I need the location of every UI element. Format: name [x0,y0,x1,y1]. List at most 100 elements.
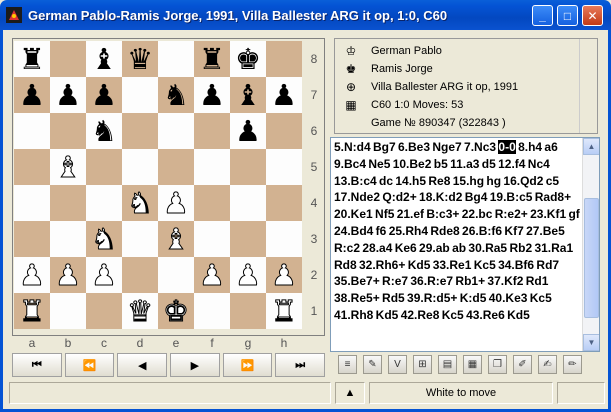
black-rook-icon[interactable]: ♜ [199,41,225,77]
moves-scrollbar[interactable]: ▲ ▼ [582,138,599,351]
square-c8[interactable]: ♝ [86,41,122,77]
square-c1[interactable] [86,293,122,329]
black-pawn-icon[interactable]: ♟ [235,113,261,149]
black-pawn-icon[interactable]: ♟ [19,77,45,113]
white-pawn-icon[interactable]: ♟ [235,257,262,293]
square-d4[interactable]: ♞ [122,185,158,221]
square-h4[interactable] [266,185,302,221]
square-c6[interactable]: ♞ [86,113,122,149]
square-c4[interactable] [86,185,122,221]
square-g7[interactable]: ♝ [230,77,266,113]
black-knight-icon[interactable]: ♞ [163,77,189,113]
square-a5[interactable] [14,149,50,185]
square-b2[interactable]: ♟ [50,257,86,293]
square-b5[interactable]: ♝ [50,149,86,185]
white-queen-icon[interactable]: ♛ [127,293,154,329]
square-a7[interactable]: ♟ [14,77,50,113]
black-king-icon[interactable]: ♚ [235,41,261,77]
square-g5[interactable] [230,149,266,185]
white-pawn-icon[interactable]: ♟ [55,257,82,293]
square-d1[interactable]: ♛ [122,293,158,329]
back-button[interactable]: ◀ [117,353,168,377]
current-move[interactable]: 0-0 [498,140,516,154]
white-pawn-icon[interactable]: ♟ [163,185,190,221]
square-f5[interactable] [194,149,230,185]
square-e4[interactable]: ♟ [158,185,194,221]
scroll-down-icon[interactable]: ▼ [583,334,599,351]
square-h3[interactable] [266,221,302,257]
square-e2[interactable] [158,257,194,293]
square-f6[interactable] [194,113,230,149]
back-fast-button[interactable]: ⏪ [64,353,115,377]
square-a3[interactable] [14,221,50,257]
black-pawn-icon[interactable]: ♟ [91,77,117,113]
square-a2[interactable]: ♟ [14,257,50,293]
scroll-up-icon[interactable]: ▲ [583,138,599,155]
black-bishop-icon[interactable]: ♝ [91,41,117,77]
square-d5[interactable] [122,149,158,185]
square-e7[interactable]: ♞ [158,77,194,113]
info-scrollbar[interactable] [579,39,597,133]
square-f7[interactable]: ♟ [194,77,230,113]
square-c7[interactable]: ♟ [86,77,122,113]
first-move-button[interactable]: ⏮ [12,353,62,377]
square-g6[interactable]: ♟ [230,113,266,149]
square-b4[interactable] [50,185,86,221]
forward-fast-button[interactable]: ⏩ [222,353,273,377]
square-g8[interactable]: ♚ [230,41,266,77]
square-b1[interactable] [50,293,86,329]
white-pawn-icon[interactable]: ♟ [91,257,118,293]
status-arrow-icon[interactable]: ▲ [335,382,365,404]
tool-variation-icon[interactable]: V [388,355,407,374]
tool-board-icon[interactable]: ▦ [463,355,482,374]
white-rook-icon[interactable]: ♜ [271,293,298,329]
square-g1[interactable] [230,293,266,329]
forward-button[interactable]: ▶ [170,353,220,377]
tool-comment-icon[interactable]: ✏ [563,355,582,374]
square-d2[interactable] [122,257,158,293]
square-h5[interactable] [266,149,302,185]
square-h2[interactable]: ♟ [266,257,302,293]
black-pawn-icon[interactable]: ♟ [55,77,81,113]
tool-annotate-icon[interactable]: ✍ [538,355,557,374]
black-queen-icon[interactable]: ♛ [127,41,153,77]
square-b7[interactable]: ♟ [50,77,86,113]
square-e8[interactable] [158,41,194,77]
white-pawn-icon[interactable]: ♟ [199,257,226,293]
square-c5[interactable] [86,149,122,185]
square-g2[interactable]: ♟ [230,257,266,293]
square-h6[interactable] [266,113,302,149]
square-h8[interactable] [266,41,302,77]
square-a1[interactable]: ♜ [14,293,50,329]
black-pawn-icon[interactable]: ♟ [199,77,225,113]
square-c3[interactable]: ♞ [86,221,122,257]
square-c2[interactable]: ♟ [86,257,122,293]
tool-tree-icon[interactable]: ⊞ [413,355,432,374]
black-rook-icon[interactable]: ♜ [19,41,45,77]
maximize-button[interactable]: □ [557,5,578,26]
square-d3[interactable] [122,221,158,257]
tool-notes-icon[interactable]: ✎ [363,355,382,374]
white-knight-icon[interactable]: ♞ [91,221,118,257]
notation-pane[interactable]: 5.N:d4 Bg7 6.Be3 Nge7 7.Nc3 0-0 8.h4 a6 … [330,137,600,352]
square-e1[interactable]: ♚ [158,293,194,329]
white-rook-icon[interactable]: ♜ [19,293,46,329]
square-a6[interactable] [14,113,50,149]
white-pawn-icon[interactable]: ♟ [19,257,46,293]
square-e3[interactable]: ♝ [158,221,194,257]
square-f3[interactable] [194,221,230,257]
square-b3[interactable] [50,221,86,257]
square-f8[interactable]: ♜ [194,41,230,77]
black-knight-icon[interactable]: ♞ [91,113,117,149]
chess-board[interactable]: ♜ ♝ ♛ ♜ ♚ ♟ ♟ ♟ ♞ ♟ ♝ ♟ ♞ ♟ ♝ ♞ ♟ ♞ ♝ ♟ ♟ ♟ ♟ ♟ ♟ ♜ ♛ ♚ ♜ [14,41,302,329]
minimize-button[interactable]: _ [532,5,553,26]
black-bishop-icon[interactable]: ♝ [235,77,261,113]
square-d7[interactable] [122,77,158,113]
last-move-button[interactable]: ⏭ [275,353,326,377]
square-d8[interactable]: ♛ [122,41,158,77]
tool-print-icon[interactable]: ▤ [438,355,457,374]
square-f1[interactable] [194,293,230,329]
square-b8[interactable] [50,41,86,77]
close-button[interactable]: ✕ [582,5,603,26]
square-a4[interactable] [14,185,50,221]
